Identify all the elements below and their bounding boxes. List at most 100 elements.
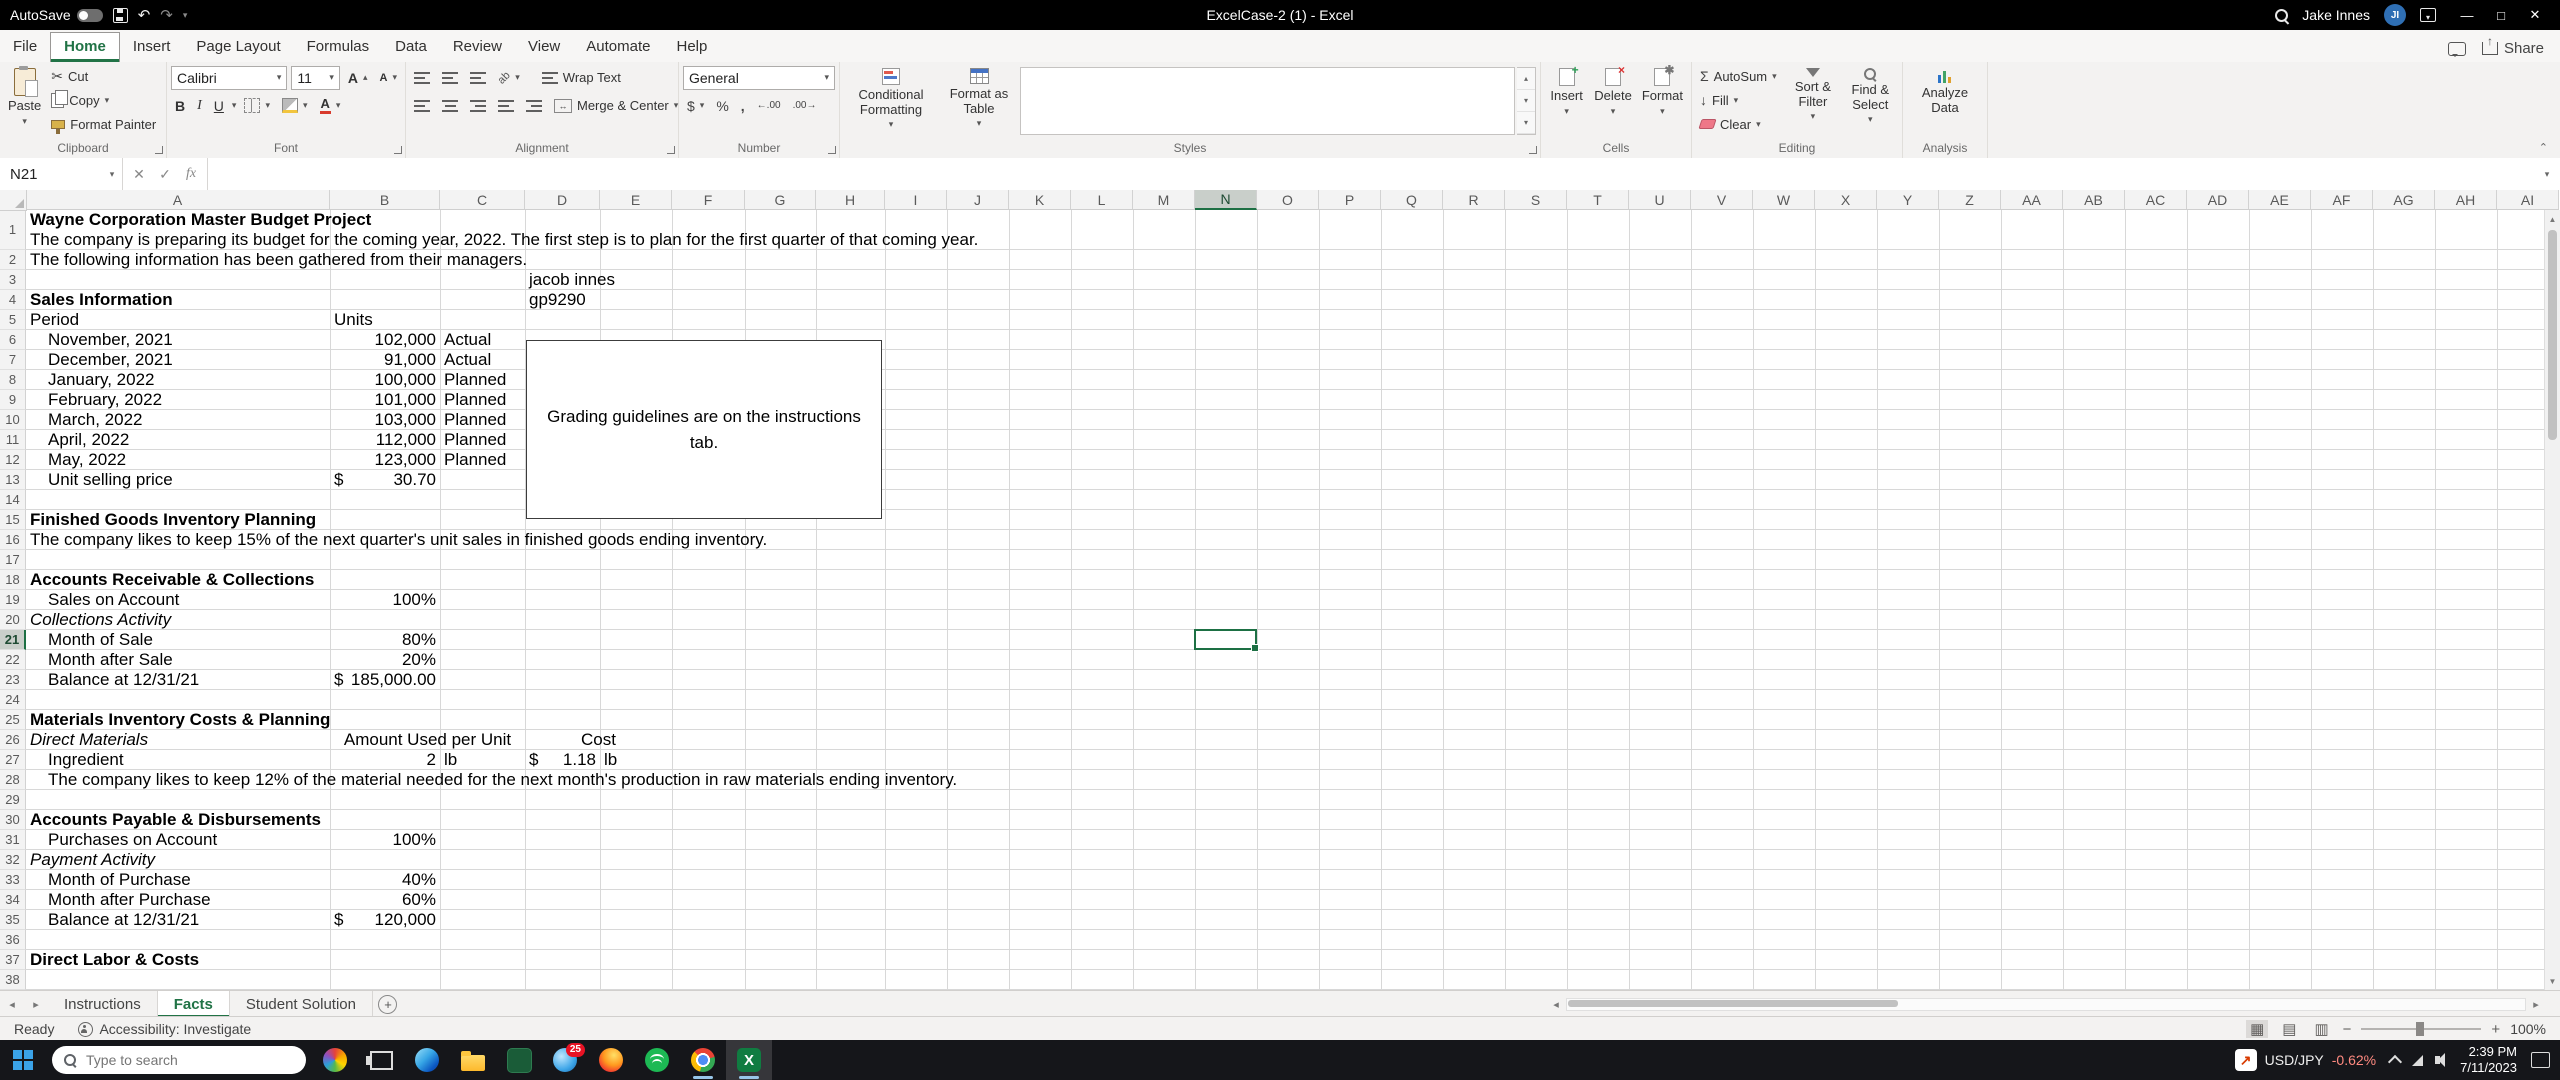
- row-header-24[interactable]: 24: [0, 690, 26, 710]
- cell-D4[interactable]: gp9290: [525, 290, 600, 310]
- tray-expand-icon[interactable]: [2388, 1054, 2402, 1068]
- row-header-22[interactable]: 22: [0, 650, 26, 670]
- scroll-up-icon[interactable]: ▲: [2545, 210, 2560, 228]
- cell-D27[interactable]: $1.18: [525, 750, 600, 770]
- row-header-15[interactable]: 15: [0, 510, 26, 530]
- column-header-C[interactable]: C: [440, 190, 525, 210]
- column-header-F[interactable]: F: [672, 190, 745, 210]
- start-button[interactable]: [0, 1040, 46, 1080]
- column-header-AI[interactable]: AI: [2497, 190, 2559, 210]
- cell-B35[interactable]: $120,000: [330, 910, 440, 930]
- accounting-format-button[interactable]: $▾: [683, 95, 708, 117]
- taskbar-excel[interactable]: X: [726, 1040, 772, 1080]
- comments-icon[interactable]: [2448, 42, 2466, 56]
- cut-button[interactable]: ✂Cut: [47, 65, 160, 87]
- cell-A9[interactable]: February, 2022: [26, 390, 330, 410]
- row-header-7[interactable]: 7: [0, 350, 26, 370]
- increase-indent-button[interactable]: [522, 95, 546, 117]
- align-right-button[interactable]: [466, 95, 490, 117]
- column-header-AH[interactable]: AH: [2435, 190, 2497, 210]
- row-header-11[interactable]: 11: [0, 430, 26, 450]
- cell-B31[interactable]: 100%: [330, 830, 440, 850]
- row-header-20[interactable]: 20: [0, 610, 26, 630]
- cell-A12[interactable]: May, 2022: [26, 450, 330, 470]
- format-as-table-button[interactable]: Format as Table ▾: [940, 65, 1018, 131]
- minimize-button[interactable]: —: [2450, 0, 2484, 30]
- maximize-button[interactable]: □: [2484, 0, 2518, 30]
- column-header-AB[interactable]: AB: [2063, 190, 2125, 210]
- column-header-AE[interactable]: AE: [2249, 190, 2311, 210]
- row-header-6[interactable]: 6: [0, 330, 26, 350]
- font-color-button[interactable]: A▾: [316, 95, 345, 117]
- row-header-29[interactable]: 29: [0, 790, 26, 810]
- cell-A23[interactable]: Balance at 12/31/21: [26, 670, 330, 690]
- zoom-slider[interactable]: [2361, 1028, 2481, 1030]
- page-break-view-button[interactable]: ▥: [2310, 1020, 2332, 1038]
- row-header-26[interactable]: 26: [0, 730, 26, 750]
- analyze-data-button[interactable]: Analyze Data: [1911, 65, 1979, 118]
- cell-C8[interactable]: Planned: [440, 370, 525, 390]
- cell-A6[interactable]: November, 2021: [26, 330, 330, 350]
- cell-A19[interactable]: Sales on Account: [26, 590, 330, 610]
- number-format-combobox[interactable]: General▾: [683, 66, 835, 90]
- cell-B21[interactable]: 80%: [330, 630, 440, 650]
- cell-A28[interactable]: The company likes to keep 12% of the mat…: [26, 770, 2559, 790]
- row-header-8[interactable]: 8: [0, 370, 26, 390]
- taskbar-photos-app[interactable]: [312, 1040, 358, 1080]
- horizontal-scrollbar-thumb[interactable]: [1568, 1000, 1898, 1007]
- font-name-combobox[interactable]: Calibri▾: [171, 66, 287, 90]
- news-widget[interactable]: ↗ USD/JPY -0.62%: [2235, 1049, 2376, 1071]
- column-header-N[interactable]: N: [1195, 190, 1257, 210]
- cancel-formula-icon[interactable]: ✕: [127, 166, 151, 183]
- column-header-Z[interactable]: Z: [1939, 190, 2001, 210]
- cell-D3[interactable]: jacob innes: [525, 270, 600, 290]
- cell-A25[interactable]: Materials Inventory Costs & Planning: [26, 710, 330, 730]
- find-select-button[interactable]: Find & Select▾: [1843, 65, 1898, 127]
- formula-input[interactable]: [208, 158, 2534, 190]
- cell-A34[interactable]: Month after Purchase: [26, 890, 330, 910]
- taskbar-spotify[interactable]: [634, 1040, 680, 1080]
- close-button[interactable]: ✕: [2518, 0, 2552, 30]
- name-box-chevron-icon[interactable]: ▾: [102, 158, 123, 190]
- cell-A13[interactable]: Unit selling price: [26, 470, 330, 490]
- zoom-slider-thumb[interactable]: [2416, 1022, 2424, 1036]
- column-header-K[interactable]: K: [1009, 190, 1071, 210]
- column-header-U[interactable]: U: [1629, 190, 1691, 210]
- new-sheet-button[interactable]: +: [373, 991, 403, 1017]
- vertical-scrollbar[interactable]: ▲ ▼: [2544, 210, 2560, 990]
- column-header-J[interactable]: J: [947, 190, 1009, 210]
- cell-B12[interactable]: 123,000: [330, 450, 440, 470]
- bold-button[interactable]: B: [171, 95, 189, 117]
- column-header-AA[interactable]: AA: [2001, 190, 2063, 210]
- cell-B19[interactable]: 100%: [330, 590, 440, 610]
- italic-button[interactable]: I: [193, 95, 206, 117]
- row-header-4[interactable]: 4: [0, 290, 26, 310]
- gallery-expand-icon[interactable]: ▾: [1517, 112, 1535, 134]
- cell-C11[interactable]: Planned: [440, 430, 525, 450]
- zoom-in-button[interactable]: +: [2491, 1021, 2500, 1038]
- cell-A32[interactable]: Payment Activity: [26, 850, 330, 870]
- search-icon[interactable]: [2275, 9, 2288, 22]
- merge-center-button[interactable]: ↔Merge & Center▾: [550, 95, 682, 117]
- row-header-37[interactable]: 37: [0, 950, 26, 970]
- font-size-combobox[interactable]: 11▾: [291, 66, 340, 90]
- cell-B10[interactable]: 103,000: [330, 410, 440, 430]
- row-header-18[interactable]: 18: [0, 570, 26, 590]
- row-header-19[interactable]: 19: [0, 590, 26, 610]
- sheet-nav-left-icon[interactable]: ◂: [0, 991, 24, 1017]
- cell-B8[interactable]: 100,000: [330, 370, 440, 390]
- column-header-M[interactable]: M: [1133, 190, 1195, 210]
- autosave-toggle[interactable]: AutoSave: [10, 7, 103, 23]
- quick-access-chevron-icon[interactable]: ▾: [183, 11, 188, 20]
- cell-A5[interactable]: Period: [26, 310, 330, 330]
- cell-B5[interactable]: Units: [330, 310, 440, 330]
- cell-A11[interactable]: April, 2022: [26, 430, 330, 450]
- cell-B9[interactable]: 101,000: [330, 390, 440, 410]
- orientation-button[interactable]: ab▾: [494, 67, 524, 89]
- column-header-I[interactable]: I: [885, 190, 947, 210]
- column-header-AG[interactable]: AG: [2373, 190, 2435, 210]
- cell-B33[interactable]: 40%: [330, 870, 440, 890]
- cell-A27[interactable]: Ingredient: [26, 750, 330, 770]
- cell-A15[interactable]: Finished Goods Inventory Planning: [26, 510, 330, 530]
- cell-C10[interactable]: Planned: [440, 410, 525, 430]
